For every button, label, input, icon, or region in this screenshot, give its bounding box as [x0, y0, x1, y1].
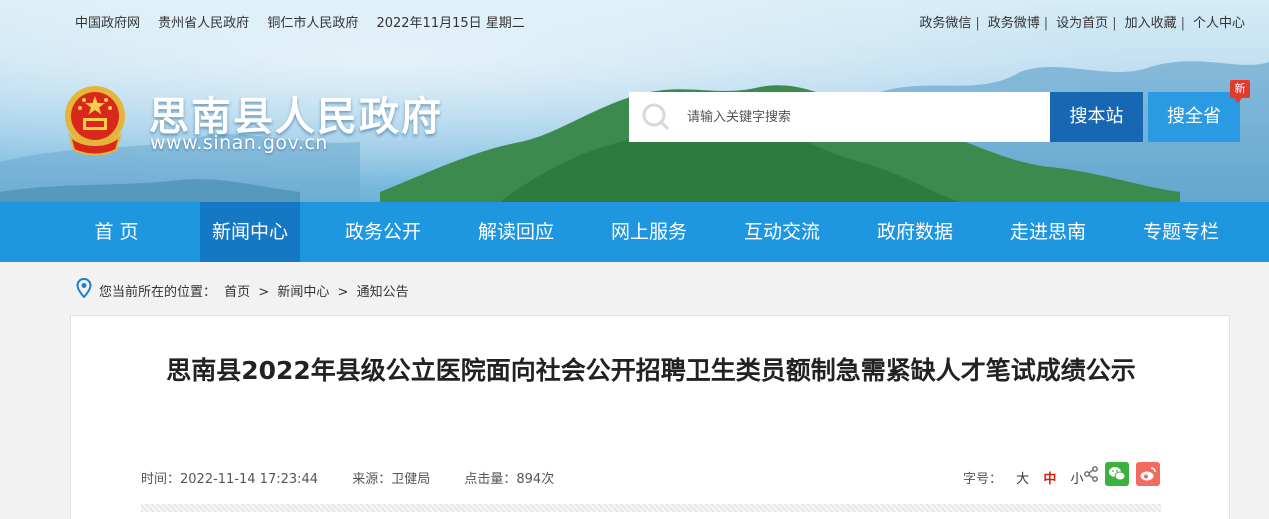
nav-item-interpretation[interactable]: 解读回应 — [466, 202, 566, 262]
nav-item-gov-data[interactable]: 政府数据 — [865, 202, 965, 262]
divider — [141, 504, 1161, 512]
new-badge: 新 — [1230, 80, 1250, 103]
link-gov-china[interactable]: 中国政府网 — [75, 16, 140, 31]
search-box — [629, 92, 1050, 142]
font-size-control: 字号： 大 中 小 — [963, 468, 1083, 487]
current-date: 2022年11月15日 星期二 — [376, 16, 525, 31]
breadcrumb-notices[interactable]: 通知公告 — [357, 285, 409, 300]
breadcrumb-home[interactable]: 首页 — [224, 285, 250, 300]
article-meta: 时间：2022-11-14 17:23:44 来源：卫健局 点击量：894次 — [141, 468, 584, 487]
font-size-label: 字号： — [963, 472, 1003, 487]
search-site-button[interactable]: 搜本站 — [1050, 92, 1143, 142]
nav-item-government-affairs[interactable]: 政务公开 — [333, 202, 433, 262]
breadcrumb-news[interactable]: 新闻中心 — [277, 285, 329, 300]
nav-item-online-services[interactable]: 网上服务 — [599, 202, 699, 262]
font-size-small[interactable]: 小 — [1070, 472, 1083, 487]
breadcrumb-prefix: 您当前所在的位置： — [99, 285, 217, 300]
breadcrumb-separator: > — [337, 285, 349, 300]
share-icon[interactable] — [1083, 466, 1099, 482]
article-card: 思南县2022年县级公立医院面向社会公开招聘卫生类员额制急需紧缺人才笔试成绩公示… — [70, 315, 1230, 519]
nav-item-news[interactable]: 新闻中心 — [200, 202, 300, 262]
link-wechat[interactable]: 政务微信 — [919, 16, 971, 31]
site-url: www.sinan.gov.cn — [150, 132, 328, 154]
top-links-right: 政务微信 | 政务微博 | 设为首页 | 加入收藏 | 个人中心 — [919, 16, 1245, 31]
article-hits: 点击量：894次 — [464, 472, 555, 487]
link-personal-center[interactable]: 个人中心 — [1193, 16, 1245, 31]
article-title: 思南县2022年县级公立医院面向社会公开招聘卫生类员额制急需紧缺人才笔试成绩公示 — [166, 356, 1136, 385]
search-icon — [642, 103, 670, 131]
search-province-button[interactable]: 搜全省 — [1148, 92, 1240, 142]
nav-item-interaction[interactable]: 互动交流 — [732, 202, 832, 262]
link-add-favorite[interactable]: 加入收藏 — [1125, 16, 1177, 31]
article-source: 来源：卫健局 — [352, 472, 431, 487]
location-pin-icon — [76, 278, 92, 298]
nav-item-home[interactable]: 首 页 — [70, 202, 163, 262]
link-weibo[interactable]: 政务微博 — [988, 16, 1040, 31]
font-size-large[interactable]: 大 — [1016, 472, 1029, 487]
link-set-homepage[interactable]: 设为首页 — [1056, 16, 1108, 31]
wechat-icon[interactable] — [1105, 462, 1129, 486]
nav-item-about-sinan[interactable]: 走进思南 — [998, 202, 1098, 262]
weibo-icon[interactable] — [1136, 462, 1160, 486]
article-time: 时间：2022-11-14 17:23:44 — [141, 472, 319, 487]
main-nav: 首 页 新闻中心 政务公开 解读回应 网上服务 互动交流 政府数据 走进思南 专… — [0, 202, 1269, 262]
breadcrumb-separator: > — [258, 285, 270, 300]
top-links-left: 中国政府网 贵州省人民政府 铜仁市人民政府 2022年11月15日 星期二 — [75, 12, 539, 31]
national-emblem-icon — [65, 86, 125, 156]
link-gov-guizhou[interactable]: 贵州省人民政府 — [158, 16, 249, 31]
top-bar: 中国政府网 贵州省人民政府 铜仁市人民政府 2022年11月15日 星期二 政务… — [0, 0, 1269, 40]
link-gov-tongren[interactable]: 铜仁市人民政府 — [267, 16, 358, 31]
font-size-medium[interactable]: 中 — [1043, 472, 1056, 487]
nav-item-special-topics[interactable]: 专题专栏 — [1131, 202, 1231, 262]
search-input[interactable] — [687, 92, 1042, 142]
